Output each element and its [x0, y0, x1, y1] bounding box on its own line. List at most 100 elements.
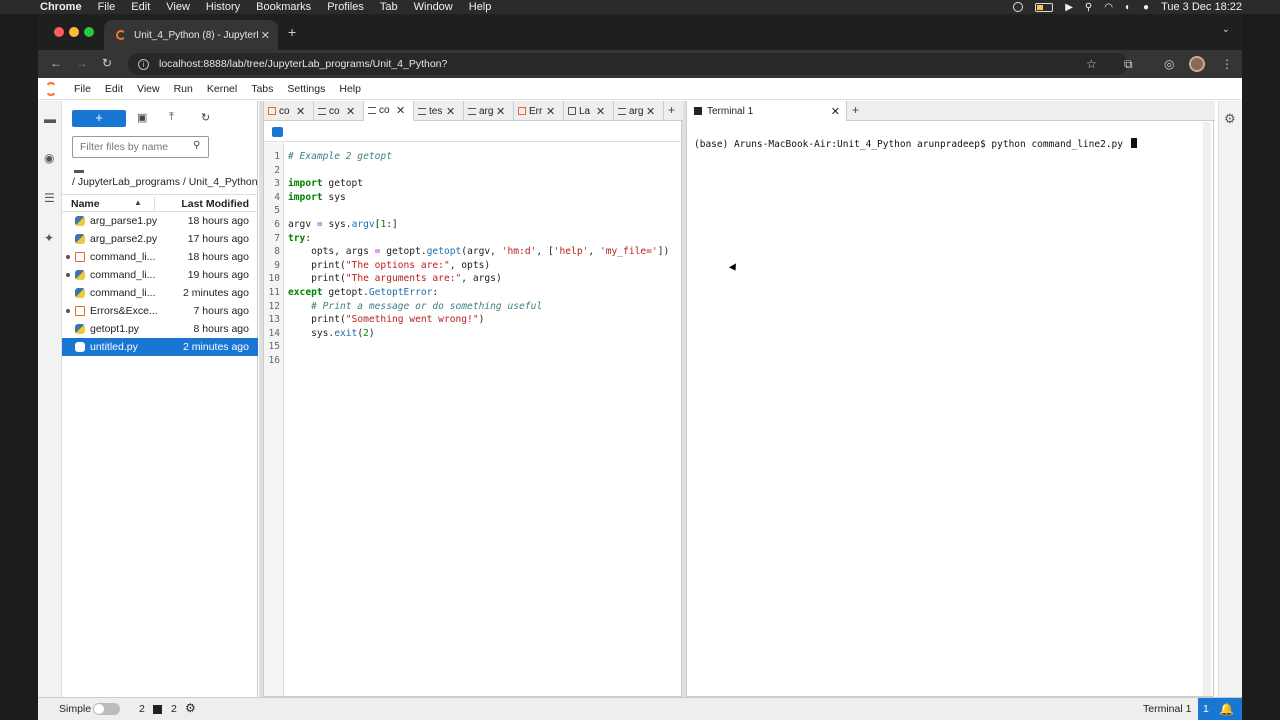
clock[interactable]: Tue 3 Dec 18:22: [1161, 1, 1242, 13]
os-menu-file[interactable]: File: [90, 0, 124, 14]
control-center-icon[interactable]: ◐: [1125, 2, 1131, 13]
browser-tab[interactable]: Unit_4_Python (8) - JupyterLab ✕: [104, 20, 278, 50]
close-window-button[interactable]: [54, 27, 64, 37]
close-editor-tab-icon[interactable]: ✕: [346, 105, 355, 118]
kebab-menu-icon[interactable]: ⋮: [1221, 57, 1233, 71]
editor-tab[interactable]: co ✕: [364, 101, 414, 121]
os-menu-view[interactable]: View: [158, 0, 198, 14]
close-editor-tab-icon[interactable]: ✕: [396, 104, 405, 117]
terminal-scrollbar[interactable]: [1203, 122, 1211, 696]
terminal-output[interactable]: (base) Aruns-MacBook-Air:Unit_4_Python a…: [694, 138, 1137, 150]
reload-icon[interactable]: ↻: [102, 56, 112, 70]
maximize-window-button[interactable]: [84, 27, 94, 37]
wifi-icon[interactable]: ◠: [1104, 2, 1113, 13]
filter-files-input[interactable]: [72, 136, 209, 158]
close-editor-tab-icon[interactable]: ✕: [546, 105, 555, 118]
back-icon[interactable]: ←: [50, 56, 62, 70]
record-icon[interactable]: [1013, 2, 1024, 12]
code-line[interactable]: print("The arguments are:", args): [288, 273, 502, 284]
spotlight-search-icon[interactable]: ⚲: [1085, 2, 1092, 13]
editor-tab[interactable]: arg ✕: [464, 101, 514, 121]
new-launcher-button[interactable]: +: [72, 110, 126, 127]
os-menu-tab[interactable]: Tab: [372, 0, 406, 14]
battery-icon[interactable]: [1035, 2, 1054, 12]
code-line[interactable]: [288, 341, 294, 352]
breadcrumb[interactable]: / JupyterLab_programs / Unit_4_Python /: [72, 176, 258, 188]
code-line[interactable]: [288, 355, 294, 366]
editor-tab[interactable]: co ✕: [264, 101, 314, 121]
address-bar[interactable]: i localhost:8888/lab/tree/JupyterLab_pro…: [128, 53, 1128, 75]
kernel-settings-gear-icon[interactable]: ⚙: [185, 701, 196, 715]
file-row[interactable]: Errors&Exce... 7 hours ago: [62, 302, 258, 320]
table-of-contents-icon[interactable]: ☰: [44, 192, 57, 204]
bookmark-star-icon[interactable]: ☆: [1086, 57, 1097, 71]
editor-tab[interactable]: arg ✕: [614, 101, 664, 121]
code-line[interactable]: print("The options are:", opts): [288, 260, 490, 271]
close-tab-icon[interactable]: ✕: [261, 29, 270, 42]
editor-tab[interactable]: co ✕: [314, 101, 364, 121]
column-divider[interactable]: [154, 197, 155, 210]
table-of-contents-toggle-icon[interactable]: [272, 127, 283, 137]
code-line[interactable]: opts, args = getopt.getopt(argv, 'hm:d',…: [288, 246, 669, 257]
menu-kernel[interactable]: Kernel: [200, 83, 244, 95]
menu-tabs[interactable]: Tabs: [244, 83, 280, 95]
editor-tab[interactable]: tes ✕: [414, 101, 464, 121]
close-editor-tab-icon[interactable]: ✕: [496, 105, 505, 118]
close-editor-tab-icon[interactable]: ✕: [596, 105, 605, 118]
kernel-count[interactable]: 2: [139, 703, 145, 715]
file-row[interactable]: command_li... 18 hours ago: [62, 248, 258, 266]
menu-settings[interactable]: Settings: [280, 83, 332, 95]
file-row[interactable]: arg_parse1.py 18 hours ago: [62, 212, 258, 230]
add-tab-button[interactable]: +: [668, 103, 675, 117]
file-row[interactable]: untitled.py 2 minutes ago: [62, 338, 258, 356]
code-line[interactable]: argv = sys.argv[1:]: [288, 219, 398, 230]
code-line[interactable]: # Print a message or do something useful: [288, 301, 542, 312]
code-line[interactable]: sys.exit(2): [288, 328, 375, 339]
play-icon[interactable]: ▶: [1065, 2, 1073, 13]
home-folder-icon[interactable]: ▬: [74, 165, 84, 176]
add-terminal-tab-button[interactable]: +: [852, 103, 859, 117]
name-column-header[interactable]: Name: [71, 198, 100, 210]
last-modified-column-header[interactable]: Last Modified: [181, 198, 249, 210]
new-tab-button[interactable]: +: [288, 24, 296, 40]
editor-tab[interactable]: La ✕: [564, 101, 614, 121]
code-line[interactable]: except getopt.GetoptError:: [288, 287, 438, 298]
menu-file[interactable]: File: [67, 83, 98, 95]
editor-tab[interactable]: Err ✕: [514, 101, 564, 121]
property-inspector-gear-icon[interactable]: ⚙: [1224, 111, 1236, 127]
code-line[interactable]: print("Something went wrong!"): [288, 314, 484, 325]
os-menu-edit[interactable]: Edit: [123, 0, 158, 14]
new-folder-icon[interactable]: ▣: [137, 111, 147, 124]
menu-help[interactable]: Help: [332, 83, 368, 95]
profile-avatar[interactable]: [1189, 56, 1205, 72]
menu-run[interactable]: Run: [167, 83, 200, 95]
refresh-icon[interactable]: ↻: [201, 111, 210, 124]
upload-icon[interactable]: ⤒: [169, 111, 174, 124]
extensions-puzzle-icon[interactable]: ✦: [44, 232, 57, 244]
tab-search-icon[interactable]: ⌄: [1222, 24, 1230, 35]
chrome-labs-icon[interactable]: ◎: [1164, 57, 1174, 71]
terminal-count[interactable]: 2: [171, 703, 177, 715]
siri-icon[interactable]: ●: [1143, 2, 1149, 13]
folder-icon[interactable]: ▬: [44, 113, 57, 125]
file-row[interactable]: command_li... 2 minutes ago: [62, 284, 258, 302]
file-row[interactable]: command_li... 19 hours ago: [62, 266, 258, 284]
code-line[interactable]: try:: [288, 233, 311, 244]
forward-icon[interactable]: →: [76, 56, 88, 70]
code-line[interactable]: [288, 205, 294, 216]
close-editor-tab-icon[interactable]: ✕: [296, 105, 305, 118]
notifications-button[interactable]: 1 🔔: [1198, 698, 1242, 720]
site-info-icon[interactable]: i: [138, 58, 149, 70]
file-row[interactable]: arg_parse2.py 17 hours ago: [62, 230, 258, 248]
close-editor-tab-icon[interactable]: ✕: [446, 105, 455, 118]
menu-view[interactable]: View: [130, 83, 167, 95]
tab-terminal-1[interactable]: Terminal 1 ✕: [687, 101, 847, 121]
file-row[interactable]: getopt1.py 8 hours ago: [62, 320, 258, 338]
code-line[interactable]: import getopt: [288, 178, 363, 189]
os-menu-chrome[interactable]: Chrome: [0, 0, 90, 14]
menu-edit[interactable]: Edit: [98, 83, 130, 95]
os-menu-bookmarks[interactable]: Bookmarks: [248, 0, 319, 14]
os-menu-profiles[interactable]: Profiles: [319, 0, 372, 14]
os-menu-window[interactable]: Window: [406, 0, 461, 14]
code-line[interactable]: [288, 165, 294, 176]
